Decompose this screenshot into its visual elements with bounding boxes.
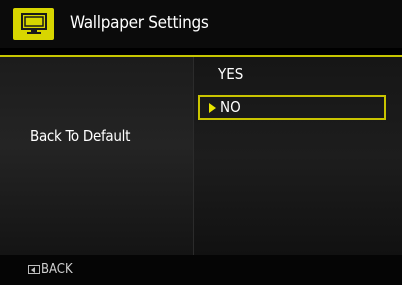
back-to-default-label: Back To Default: [30, 127, 131, 145]
settings-label-panel: [0, 57, 193, 255]
right-triangle-icon: [209, 103, 216, 113]
wallpaper-icon: [13, 8, 54, 40]
option-label: YES: [218, 65, 244, 83]
back-label[interactable]: BACK: [41, 261, 73, 278]
option-yes[interactable]: YES: [198, 62, 386, 87]
option-label: NO: [220, 98, 241, 116]
camera-menu-screen: Wallpaper Settings Back To Default YES N…: [0, 0, 402, 285]
back-button-icon[interactable]: [28, 265, 40, 274]
panel-divider: [193, 57, 194, 255]
page-title: Wallpaper Settings: [70, 13, 209, 33]
menu-header: Wallpaper Settings: [0, 0, 402, 48]
menu-footer: BACK: [0, 255, 402, 285]
option-no[interactable]: NO: [198, 95, 386, 120]
